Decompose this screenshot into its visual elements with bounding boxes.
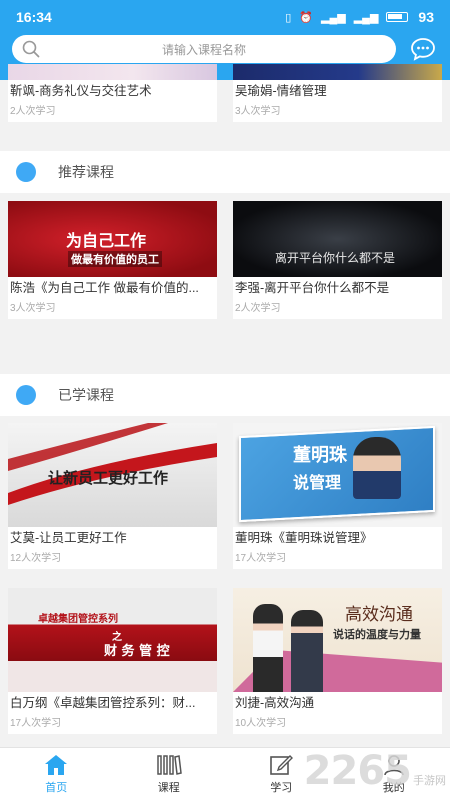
search-row: 请输入课程名称 <box>0 34 450 64</box>
thumbnail-text: 董明珠 <box>293 445 347 466</box>
section-header-learned: 已学课程 <box>0 374 450 416</box>
course-count: 17人次学习 <box>10 718 62 729</box>
vibrate-icon: ▯ <box>285 11 292 24</box>
watermark-logo: 2265 手游网 <box>304 748 446 794</box>
course-thumbnail: 董明珠 说管理 <box>233 423 442 527</box>
person-figure <box>291 610 323 692</box>
course-thumbnail: 卓越集团管控系列 之 财 务 管 控 <box>8 588 217 692</box>
course-count: 2人次学习 <box>10 106 56 117</box>
course-title: 董明珠《董明珠说管理》 <box>235 531 373 545</box>
course-card[interactable]: 董明珠 说管理 董明珠《董明珠说管理》 17人次学习 <box>233 423 442 569</box>
thumbnail-subtext: 财 务 管 控 <box>104 644 170 659</box>
course-thumbnail: 离开平台你什么都不是 <box>233 201 442 277</box>
course-title: 李强-离开平台你什么都不是 <box>235 281 390 295</box>
thumbnail-text: 离开平台你什么都不是 <box>275 251 396 265</box>
home-icon <box>45 754 68 775</box>
status-time: 16:34 <box>16 9 52 25</box>
thumbnail-text: 高效沟通 <box>345 605 413 625</box>
status-icons: ▯ ⏰ ▂▄▆ ▂▄▆ 93 <box>285 9 434 25</box>
course-card[interactable]: 高效沟通 说话的温度与力量 刘捷-高效沟通 10人次学习 <box>233 588 442 734</box>
search-input[interactable]: 请输入课程名称 <box>12 35 396 63</box>
course-title: 陈浩《为自己工作 做最有价值的... <box>10 281 199 295</box>
person-figure <box>253 604 283 692</box>
tab-label: 学习 <box>270 781 293 794</box>
message-button[interactable] <box>408 35 438 63</box>
section-title: 已学课程 <box>58 387 114 403</box>
section-dot-icon <box>16 385 36 405</box>
tab-courses[interactable]: 课程 <box>113 748 226 800</box>
course-title: 艾莫-让员工更好工作 <box>10 531 127 545</box>
tab-label: 首页 <box>45 781 68 794</box>
thumbnail-subtext: 说话的温度与力量 <box>333 629 421 641</box>
course-card[interactable]: 离开平台你什么都不是 李强-离开平台你什么都不是 2人次学习 <box>233 201 442 319</box>
course-title: 靳飒-商务礼仪与交往艺术 <box>10 84 152 98</box>
watermark-number: 2265 <box>303 748 412 794</box>
tab-home[interactable]: 首页 <box>0 748 113 800</box>
course-count: 3人次学习 <box>10 303 56 314</box>
signal-icon-2: ▂▄▆ <box>353 11 379 24</box>
course-feed[interactable]: 靳飒-商务礼仪与交往艺术 2人次学习 吴瑜娟-情绪管理 3人次学习 推荐课程 为… <box>0 64 450 747</box>
section-header-recommended: 推荐课程 <box>0 151 450 193</box>
course-thumbnail: 高效沟通 说话的温度与力量 <box>233 588 442 692</box>
course-count: 17人次学习 <box>235 553 287 564</box>
course-card[interactable]: 卓越集团管控系列 之 财 务 管 控 白万纲《卓越集团管控系列：财... 17人… <box>8 588 217 734</box>
section-title: 推荐课程 <box>58 164 114 180</box>
course-title: 刘捷-高效沟通 <box>235 696 315 710</box>
course-card[interactable]: 让新员工更好工作 艾莫-让员工更好工作 12人次学习 <box>8 423 217 569</box>
course-title: 白万纲《卓越集团管控系列：财... <box>10 696 196 710</box>
thumbnail-text: 为自己工作 <box>66 231 147 250</box>
portrait-image <box>353 437 401 499</box>
watermark-text: 手游网 <box>413 774 446 787</box>
thumbnail-subtext: 说管理 <box>293 473 342 492</box>
course-thumbnail: 让新员工更好工作 <box>8 423 217 527</box>
course-count: 2人次学习 <box>235 303 281 314</box>
search-placeholder: 请输入课程名称 <box>161 42 246 57</box>
course-thumbnail <box>233 64 442 80</box>
section-dot-icon <box>16 162 36 182</box>
course-card[interactable]: 靳飒-商务礼仪与交往艺术 2人次学习 <box>8 64 217 122</box>
battery-icon <box>386 12 409 22</box>
thumbnail-text: 让新员工更好工作 <box>48 470 169 487</box>
thumbnail-text: 卓越集团管控系列 <box>38 614 118 625</box>
battery-percent: 93 <box>418 9 434 25</box>
course-card[interactable]: 吴瑜娟-情绪管理 3人次学习 <box>233 64 442 122</box>
course-count: 3人次学习 <box>235 106 281 117</box>
course-thumbnail <box>8 64 217 80</box>
course-count: 10人次学习 <box>235 718 287 729</box>
signal-icon: ▂▄▆ <box>320 11 346 24</box>
status-bar: 16:34 ▯ ⏰ ▂▄▆ ▂▄▆ 93 <box>0 0 450 34</box>
course-card[interactable]: 为自己工作 做最有价值的员工 陈浩《为自己工作 做最有价值的... 3人次学习 <box>8 201 217 319</box>
chat-bubble-icon <box>411 38 435 61</box>
books-icon <box>157 754 182 775</box>
thumbnail-subtext: 做最有价值的员工 <box>68 251 162 267</box>
edit-icon <box>270 754 294 775</box>
tab-label: 课程 <box>157 781 180 794</box>
course-thumbnail: 为自己工作 做最有价值的员工 <box>8 201 217 277</box>
course-count: 12人次学习 <box>10 553 62 564</box>
alarm-icon: ⏰ <box>299 11 313 24</box>
course-title: 吴瑜娟-情绪管理 <box>235 84 327 98</box>
